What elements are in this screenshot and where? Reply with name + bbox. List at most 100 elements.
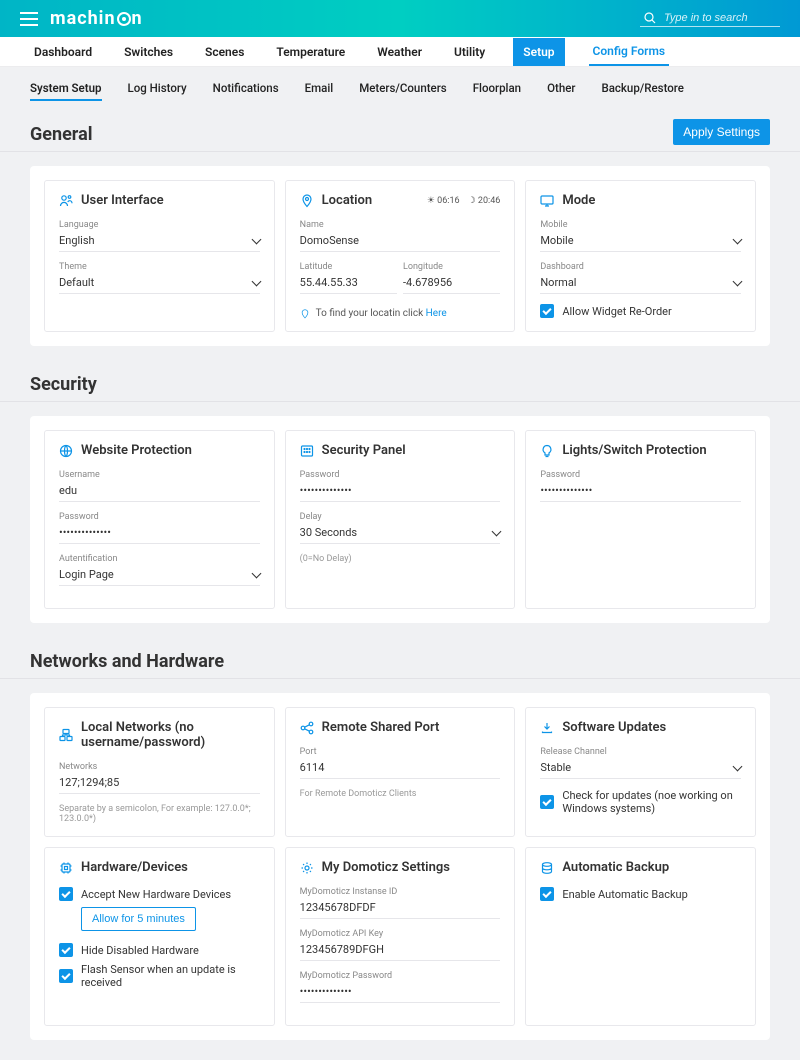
- tab-config-forms[interactable]: Config Forms: [589, 38, 670, 66]
- subtab-system-setup[interactable]: System Setup: [30, 81, 102, 101]
- mobile-select[interactable]: Mobile: [540, 232, 741, 252]
- subtab-email[interactable]: Email: [305, 81, 334, 101]
- logo: machinn: [50, 8, 143, 29]
- card-title: Automatic Backup: [562, 860, 669, 875]
- card-title: Lights/Switch Protection: [562, 443, 706, 458]
- language-select[interactable]: English: [59, 232, 260, 252]
- name-label: Name: [300, 220, 501, 230]
- card-domoticz: My Domoticz Settings MyDomoticz Instanse…: [285, 847, 516, 1026]
- channel-select[interactable]: Stable: [540, 759, 741, 779]
- sunrise-time: ☀ 06:16: [427, 196, 460, 206]
- tab-scenes[interactable]: Scenes: [201, 39, 248, 65]
- network-icon: [59, 728, 73, 742]
- pin-icon: [300, 309, 310, 319]
- allow-5-min-button[interactable]: Allow for 5 minutes: [81, 907, 196, 931]
- networks-hint: Separate by a semicolon, For example: 12…: [59, 804, 260, 824]
- card-title: Software Updates: [562, 720, 666, 735]
- section-net-head: Networks and Hardware: [0, 643, 800, 679]
- password-field[interactable]: ••••••••••••••: [59, 524, 260, 544]
- tab-utility[interactable]: Utility: [450, 39, 489, 65]
- password-label: Password: [59, 512, 260, 522]
- lon-field[interactable]: -4.678956: [403, 274, 500, 294]
- port-field[interactable]: 6114: [300, 759, 501, 779]
- search-icon: [644, 12, 656, 24]
- location-hint: To find your locatin click Here: [316, 308, 447, 319]
- name-field[interactable]: DomoSense: [300, 232, 501, 252]
- search-input[interactable]: [664, 12, 776, 24]
- subtab-floorplan[interactable]: Floorplan: [473, 81, 521, 101]
- flash-sensor-checkbox[interactable]: Flash Sensor when an update is received: [59, 963, 260, 989]
- section-general-head: General Apply Settings: [0, 111, 800, 152]
- tab-switches[interactable]: Switches: [120, 39, 177, 65]
- card-updates: Software Updates Release ChannelStable C…: [525, 707, 756, 837]
- delay-select[interactable]: 30 Seconds: [300, 524, 501, 544]
- section-title-security: Security: [30, 374, 97, 395]
- keypad-icon: [300, 444, 314, 458]
- password-field[interactable]: ••••••••••••••: [540, 482, 741, 502]
- card-security-panel: Security Panel Password•••••••••••••• De…: [285, 430, 516, 609]
- lon-label: Longitude: [403, 262, 500, 272]
- share-icon: [300, 721, 314, 735]
- theme-select[interactable]: Default: [59, 274, 260, 294]
- location-here-link[interactable]: Here: [426, 308, 447, 319]
- subtab-log-history[interactable]: Log History: [128, 81, 187, 101]
- panel-security: Website Protection Usernameedu Password•…: [30, 416, 770, 623]
- dom-pass-field[interactable]: ••••••••••••••: [300, 983, 501, 1003]
- delay-hint: (0=No Delay): [300, 554, 501, 564]
- port-hint: For Remote Domoticz Clients: [300, 789, 501, 799]
- dom-pass-label: MyDomoticz Password: [300, 971, 501, 981]
- password-field[interactable]: ••••••••••••••: [300, 482, 501, 502]
- dom-id-field[interactable]: 12345678DFDF: [300, 899, 501, 919]
- bulb-icon: [540, 444, 554, 458]
- card-title: Website Protection: [81, 443, 192, 458]
- password-label: Password: [300, 470, 501, 480]
- dom-key-field[interactable]: 123456789DFGH: [300, 941, 501, 961]
- panel-net: Local Networks (no username/password) Ne…: [30, 693, 770, 1040]
- hide-hw-checkbox[interactable]: Hide Disabled Hardware: [59, 943, 260, 957]
- tab-temperature[interactable]: Temperature: [272, 39, 349, 65]
- card-local-net: Local Networks (no username/password) Ne…: [44, 707, 275, 837]
- subtab-other[interactable]: Other: [547, 81, 575, 101]
- section-security-head: Security: [0, 366, 800, 402]
- card-title: Hardware/Devices: [81, 860, 188, 875]
- sunset-time: ☽ 20:46: [468, 196, 501, 206]
- tab-setup[interactable]: Setup: [513, 38, 564, 66]
- networks-field[interactable]: 127;1294;85: [59, 774, 260, 794]
- card-title: Local Networks (no username/password): [81, 720, 260, 750]
- subtab-notifications[interactable]: Notifications: [213, 81, 279, 101]
- dashboard-select[interactable]: Normal: [540, 274, 741, 294]
- subtab-meters[interactable]: Meters/Counters: [359, 81, 446, 101]
- language-label: Language: [59, 220, 260, 230]
- backup-icon: [540, 861, 554, 875]
- enable-backup-checkbox[interactable]: Enable Automatic Backup: [540, 887, 741, 901]
- card-location: Location ☀ 06:16☽ 20:46 NameDomoSense La…: [285, 180, 516, 332]
- tab-dashboard[interactable]: Dashboard: [30, 39, 96, 65]
- app-header: machinn: [0, 0, 800, 37]
- card-title: Security Panel: [322, 443, 406, 458]
- lat-label: Latitude: [300, 262, 397, 272]
- auth-select[interactable]: Login Page: [59, 566, 260, 586]
- card-web-protection: Website Protection Usernameedu Password•…: [44, 430, 275, 609]
- download-icon: [540, 721, 554, 735]
- check-updates-checkbox[interactable]: Check for updates (noe working on Window…: [540, 789, 741, 815]
- tab-weather[interactable]: Weather: [373, 39, 426, 65]
- user-icon: [59, 194, 73, 208]
- search-box[interactable]: [640, 10, 780, 27]
- lat-field[interactable]: 55.44.55.33: [300, 274, 397, 294]
- networks-label: Networks: [59, 762, 260, 772]
- apply-settings-button[interactable]: Apply Settings: [673, 119, 770, 145]
- menu-icon[interactable]: [20, 12, 38, 26]
- card-title: User Interface: [81, 193, 164, 208]
- accept-hw-checkbox[interactable]: Accept New Hardware Devices: [59, 887, 260, 901]
- panel-general: User Interface LanguageEnglish ThemeDefa…: [30, 166, 770, 346]
- gear-icon: [300, 861, 314, 875]
- card-remote-port: Remote Shared Port Port6114 For Remote D…: [285, 707, 516, 837]
- main-tabs: Dashboard Switches Scenes Temperature We…: [0, 37, 800, 67]
- card-lights-protection: Lights/Switch Protection Password •••••••…: [525, 430, 756, 609]
- reorder-checkbox[interactable]: Allow Widget Re-Order: [540, 304, 741, 318]
- username-field[interactable]: edu: [59, 482, 260, 502]
- subtab-backup[interactable]: Backup/Restore: [601, 81, 683, 101]
- dashboard-label: Dashboard: [540, 262, 741, 272]
- card-hardware: Hardware/Devices Accept New Hardware Dev…: [44, 847, 275, 1026]
- password-label: Password: [540, 470, 741, 480]
